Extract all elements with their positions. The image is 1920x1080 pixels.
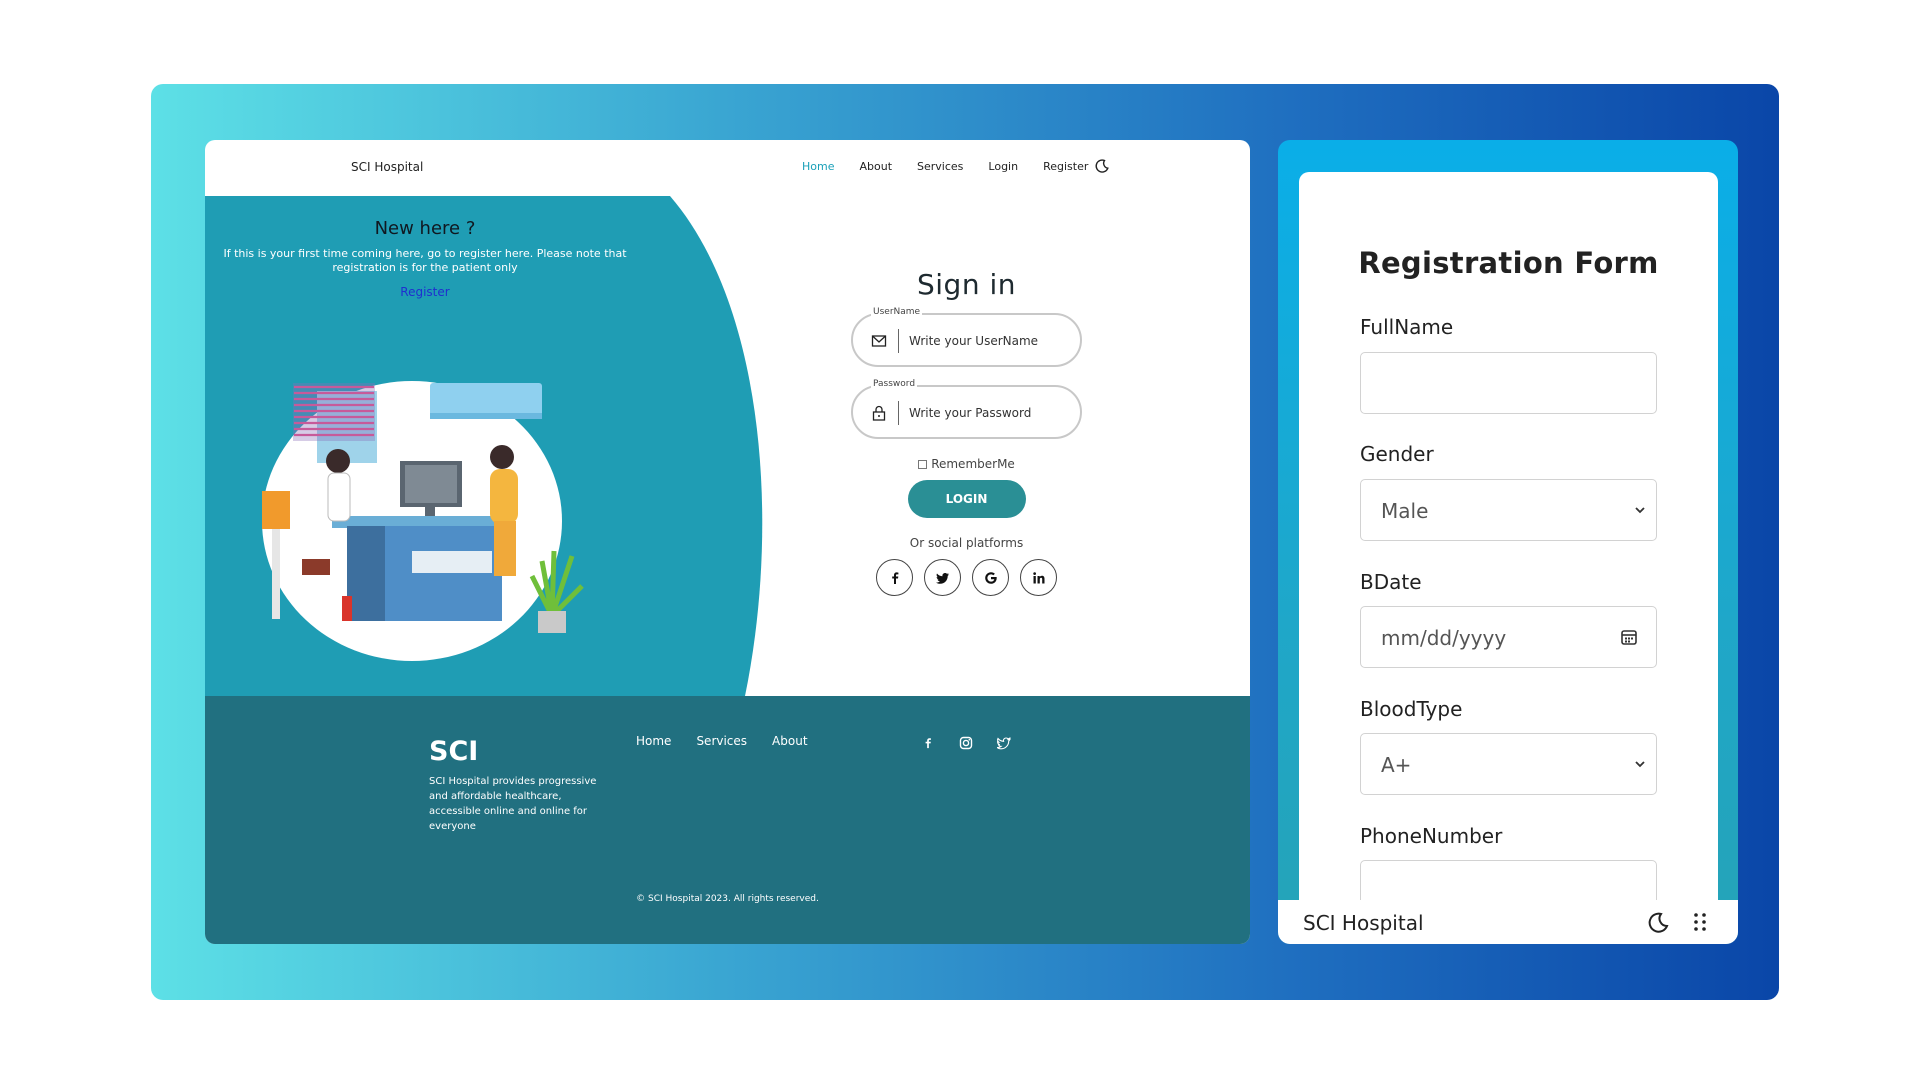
new-here-panel: New here ? If this is your first time co…	[205, 218, 645, 300]
footer-link-services[interactable]: Services	[696, 734, 747, 748]
desktop-page: SCI Hospital Home About Services Login R…	[205, 140, 1250, 944]
signin-title: Sign in	[917, 268, 1016, 301]
bloodtype-value: A+	[1381, 753, 1412, 777]
doctor-consultation-illustration	[262, 381, 584, 661]
username-label: UserName	[871, 307, 923, 317]
top-navbar: SCI Hospital Home About Services Login R…	[205, 140, 1250, 196]
instagram-icon[interactable]	[958, 735, 974, 751]
moon-icon[interactable]	[1094, 158, 1110, 174]
facebook-icon[interactable]	[920, 735, 936, 751]
nav-about[interactable]: About	[859, 160, 892, 173]
footer-logo: SCI	[429, 736, 479, 767]
chevron-down-icon	[1635, 761, 1645, 768]
footer-link-home[interactable]: Home	[636, 734, 671, 748]
phone-label: PhoneNumber	[1360, 824, 1503, 848]
username-field[interactable]: UserName Write your UserName	[851, 307, 1082, 367]
nav-login[interactable]: Login	[988, 160, 1018, 173]
footer-link-about[interactable]: About	[772, 734, 807, 748]
field-separator	[898, 401, 899, 425]
password-field[interactable]: Password Write your Password	[851, 379, 1082, 439]
envelope-icon	[871, 335, 887, 347]
login-button[interactable]: LOGIN	[907, 480, 1026, 518]
nav-home[interactable]: Home	[802, 160, 834, 173]
gender-select[interactable]: Male	[1360, 479, 1657, 541]
signin-panel: Sign in UserName Write your UserName Pas…	[849, 268, 1084, 596]
grid-menu-icon[interactable]	[1693, 912, 1707, 932]
linkedin-icon[interactable]	[1020, 559, 1057, 596]
registration-title: Registration Form	[1358, 246, 1659, 280]
fullname-input[interactable]	[1360, 352, 1657, 414]
username-placeholder[interactable]: Write your UserName	[909, 334, 1038, 348]
footer-description: SCI Hospital provides progressive and af…	[429, 776, 597, 832]
nav-register[interactable]: Register	[1043, 160, 1088, 173]
brand-name[interactable]: SCI Hospital	[351, 160, 423, 174]
bottom-bar-title: SCI Hospital	[1303, 911, 1424, 935]
twitter-icon[interactable]	[996, 735, 1012, 751]
google-icon[interactable]	[972, 559, 1009, 596]
gender-label: Gender	[1360, 442, 1434, 466]
remember-checkbox[interactable]	[918, 459, 928, 469]
remember-label: RememberMe	[931, 457, 1015, 471]
password-placeholder[interactable]: Write your Password	[909, 406, 1031, 420]
site-footer: SCI SCI Hospital provides progressive an…	[205, 696, 1250, 944]
gender-value: Male	[1381, 499, 1429, 523]
social-buttons	[849, 559, 1084, 596]
twitter-icon[interactable]	[924, 559, 961, 596]
nav-services[interactable]: Services	[917, 160, 963, 173]
hero-section: New here ? If this is your first time co…	[205, 196, 1250, 696]
new-here-title: New here ?	[374, 218, 476, 239]
mobile-bottom-bar: SCI Hospital	[1278, 900, 1738, 944]
bdate-placeholder: mm/dd/yyyy	[1381, 626, 1507, 650]
nav-links: Home About Services Login Register	[802, 160, 1113, 173]
calendar-icon[interactable]	[1620, 628, 1638, 646]
bloodtype-select[interactable]: A+	[1360, 733, 1657, 795]
field-separator	[898, 329, 899, 353]
new-here-text: If this is your first time coming here, …	[223, 247, 627, 274]
password-label: Password	[871, 379, 918, 389]
bloodtype-label: BloodType	[1360, 697, 1463, 721]
chevron-down-icon	[1635, 507, 1645, 514]
moon-icon[interactable]	[1646, 911, 1670, 935]
fullname-label: FullName	[1360, 315, 1454, 339]
facebook-icon[interactable]	[876, 559, 913, 596]
lock-icon	[872, 405, 886, 421]
footer-links: Home Services About	[636, 734, 808, 748]
social-caption: Or social platforms	[909, 536, 1024, 550]
footer-social-icons	[920, 735, 1012, 751]
bdate-input[interactable]: mm/dd/yyyy	[1360, 606, 1657, 668]
copyright-text: © SCI Hospital 2023. All rights reserved…	[636, 894, 819, 904]
remember-me[interactable]: RememberMe	[849, 457, 1084, 471]
bdate-label: BDate	[1360, 570, 1422, 594]
mobile-page: Registration Form FullName Gender Male B…	[1278, 140, 1738, 944]
register-link[interactable]: Register	[400, 285, 449, 299]
registration-card: Registration Form FullName Gender Male B…	[1299, 172, 1718, 922]
